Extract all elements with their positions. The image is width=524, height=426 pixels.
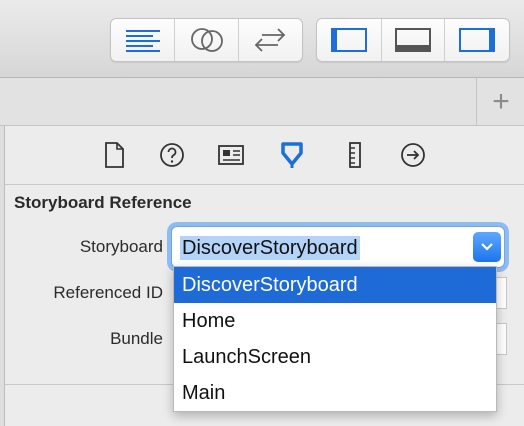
dropdown-option-home[interactable]: Home xyxy=(174,303,496,339)
attributes-inspector-icon xyxy=(281,142,303,168)
assistant-editor-icon xyxy=(190,28,223,52)
debug-area-icon xyxy=(395,28,431,52)
dropdown-option-launchscreen[interactable]: LaunchScreen xyxy=(174,339,496,375)
size-inspector-tab[interactable] xyxy=(340,140,370,170)
connections-inspector-icon xyxy=(401,143,425,167)
file-inspector-tab[interactable] xyxy=(99,140,129,170)
utilities-panel-icon xyxy=(459,28,496,52)
quick-help-icon xyxy=(160,143,184,167)
pane-left-edge xyxy=(0,126,5,426)
identity-inspector-icon xyxy=(218,145,244,165)
assistant-editor-button[interactable] xyxy=(175,19,239,61)
identity-inspector-tab[interactable] xyxy=(216,140,246,170)
storyboard-label: Storyboard xyxy=(79,237,163,256)
referenced-id-label: Referenced ID xyxy=(53,283,163,302)
standard-editor-button[interactable] xyxy=(111,19,176,61)
navigator-panel-icon xyxy=(330,28,367,52)
size-inspector-icon xyxy=(349,142,361,168)
dropdown-option-discoverstoryboard[interactable]: DiscoverStoryboard xyxy=(174,267,496,303)
plus-icon: + xyxy=(492,84,510,118)
storyboard-dropdown-menu: DiscoverStoryboard Home LaunchScreen Mai… xyxy=(173,266,497,412)
attributes-inspector-tab[interactable] xyxy=(277,140,307,170)
window-toolbar xyxy=(0,0,524,78)
version-editor-button[interactable] xyxy=(239,19,302,61)
version-editor-icon xyxy=(255,28,286,52)
storyboard-value: DiscoverStoryboard xyxy=(180,236,360,260)
view-panels-segmented-control[interactable] xyxy=(316,18,510,62)
standard-editor-icon xyxy=(125,30,160,52)
tab-divider xyxy=(476,78,477,125)
chevron-down-icon xyxy=(481,243,493,251)
editor-tab-strip: + xyxy=(0,78,524,126)
toggle-debug-area-button[interactable] xyxy=(382,19,446,61)
editor-mode-segmented-control[interactable] xyxy=(110,18,303,62)
section-title: Storyboard Reference xyxy=(14,193,192,212)
add-tab-button[interactable]: + xyxy=(478,78,524,125)
dropdown-option-main[interactable]: Main xyxy=(174,375,496,411)
toggle-utilities-button[interactable] xyxy=(445,19,509,61)
toggle-navigator-button[interactable] xyxy=(317,19,382,61)
file-inspector-icon xyxy=(105,142,124,168)
popup-arrow-button[interactable] xyxy=(473,232,501,262)
storyboard-popup-button[interactable]: DiscoverStoryboard xyxy=(171,226,505,268)
quick-help-tab[interactable] xyxy=(157,140,187,170)
inspector-tab-bar xyxy=(5,126,524,185)
connections-inspector-tab[interactable] xyxy=(398,140,428,170)
bundle-label: Bundle xyxy=(110,329,163,348)
